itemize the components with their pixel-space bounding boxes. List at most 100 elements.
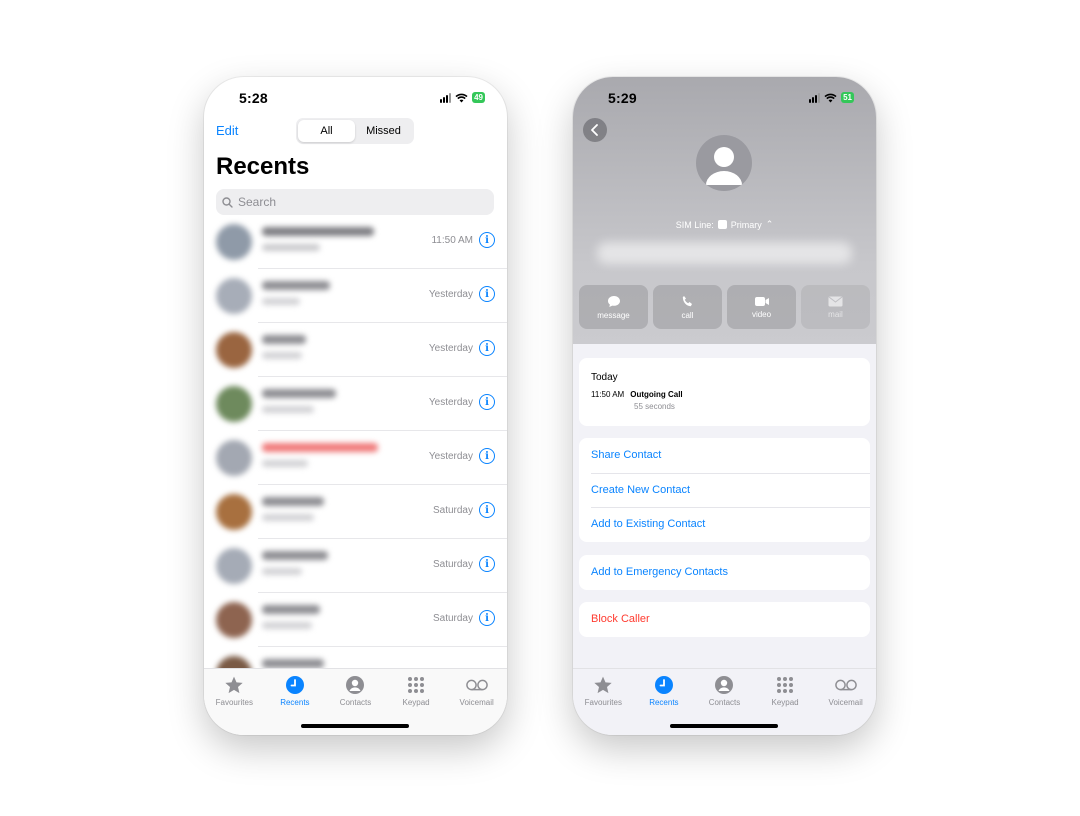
add-to-emergency-contacts-button[interactable]: Add to Emergency Contacts — [579, 555, 870, 590]
info-icon[interactable]: i — [479, 610, 495, 626]
info-icon[interactable]: i — [479, 394, 495, 410]
tab-label: Contacts — [339, 698, 372, 707]
tab-keypad[interactable]: Keypad — [755, 674, 816, 707]
wifi-icon — [824, 93, 837, 102]
share-contact-button[interactable]: Share Contact — [579, 438, 870, 473]
video-button[interactable]: video — [727, 285, 796, 329]
call-time: Yesterday — [428, 343, 473, 354]
mail-button[interactable]: mail — [801, 285, 870, 329]
avatar — [216, 332, 252, 368]
info-icon[interactable]: i — [479, 286, 495, 302]
tab-contacts[interactable]: Contacts — [325, 674, 386, 707]
caller-detail-redacted — [262, 514, 314, 521]
recent-calls-list: 11:50 AM i Yesterday i Yesterday i Yeste… — [204, 215, 507, 701]
voicemail-icon — [465, 674, 488, 696]
sim-icon — [717, 220, 727, 229]
star-icon — [592, 674, 614, 696]
video-icon — [754, 296, 769, 306]
tab-label: Favourites — [584, 698, 622, 707]
call-row[interactable]: Yesterday i — [204, 431, 507, 485]
sim-line-label: SIM Line: — [675, 219, 714, 230]
call-time: Yesterday — [428, 289, 473, 300]
call-history-card: Today 11:50 AM Outgoing Call 55 seconds — [579, 358, 870, 426]
tab-label: Contacts — [708, 698, 741, 707]
info-icon[interactable]: i — [479, 232, 495, 248]
battery-icon: 51 — [841, 92, 854, 103]
caller-name-redacted — [262, 605, 320, 614]
tab-recents[interactable]: Recents — [634, 674, 695, 707]
call-button[interactable]: call — [653, 285, 722, 329]
status-icons: 51 — [809, 92, 854, 103]
add-to-existing-contact-button[interactable]: Add to Existing Contact — [579, 507, 870, 542]
segment-missed[interactable]: Missed — [355, 120, 412, 142]
history-day: Today — [591, 372, 618, 383]
contact-actions-card: Share Contact Create New Contact Add to … — [579, 438, 870, 542]
tab-voicemail[interactable]: Voicemail — [815, 674, 876, 707]
tab-bar: Favourites Recents Contacts Keypad Voice… — [573, 668, 876, 735]
tab-favourites[interactable]: Favourites — [573, 674, 634, 707]
home-indicator[interactable] — [301, 724, 409, 728]
caller-detail-redacted — [262, 244, 320, 251]
action-label: call — [681, 310, 694, 320]
action-label: message — [597, 310, 630, 320]
page-title: Recents — [216, 153, 310, 180]
call-time: Saturday — [432, 505, 473, 516]
wifi-icon — [455, 93, 468, 102]
cellular-signal-icon — [440, 92, 452, 103]
caller-name-redacted — [262, 551, 328, 560]
info-icon[interactable]: i — [479, 448, 495, 464]
caller-name-redacted — [262, 389, 336, 398]
person-circle-icon — [344, 674, 366, 696]
phone-number-redacted — [597, 242, 852, 264]
create-new-contact-button[interactable]: Create New Contact — [579, 472, 870, 508]
message-icon — [607, 295, 620, 307]
history-time: 11:50 AM — [591, 390, 625, 399]
search-icon — [222, 196, 233, 208]
call-row[interactable]: Saturday i — [204, 485, 507, 539]
status-time: 5:29 — [608, 90, 637, 106]
status-time: 5:28 — [239, 90, 268, 106]
avatar — [216, 440, 252, 476]
segment-all[interactable]: All — [298, 120, 355, 142]
sim-line-value: Primary — [730, 219, 762, 230]
emergency-card: Add to Emergency Contacts — [579, 555, 870, 590]
tab-recents[interactable]: Recents — [265, 674, 326, 707]
back-button[interactable] — [583, 118, 607, 142]
status-bar: 5:28 49 — [204, 77, 507, 117]
search-placeholder: Search — [238, 195, 277, 209]
edit-button[interactable]: Edit — [216, 123, 238, 138]
status-bar: 5:29 51 — [573, 77, 876, 117]
action-label: video — [751, 309, 772, 319]
info-icon[interactable]: i — [479, 340, 495, 356]
message-button[interactable]: message — [579, 285, 648, 329]
cellular-signal-icon — [809, 92, 821, 103]
info-icon[interactable]: i — [479, 502, 495, 518]
call-time: Saturday — [432, 613, 473, 624]
call-row[interactable]: Saturday i — [204, 593, 507, 647]
tab-contacts[interactable]: Contacts — [694, 674, 755, 707]
tab-keypad[interactable]: Keypad — [386, 674, 447, 707]
search-input[interactable]: Search — [216, 189, 494, 215]
sim-line-selector[interactable]: SIM Line: Primary ⌃ — [573, 219, 876, 230]
tab-label: Recents — [280, 698, 310, 707]
call-row[interactable]: Yesterday i — [204, 323, 507, 377]
call-row[interactable]: 11:50 AM i — [204, 215, 507, 269]
tab-favourites[interactable]: Favourites — [204, 674, 265, 707]
avatar — [216, 386, 252, 422]
tab-voicemail[interactable]: Voicemail — [446, 674, 507, 707]
home-indicator[interactable] — [670, 724, 778, 728]
call-time: Yesterday — [428, 451, 473, 462]
info-icon[interactable]: i — [479, 556, 495, 572]
call-row[interactable]: Yesterday i — [204, 269, 507, 323]
tab-label: Keypad — [771, 698, 799, 707]
clock-icon — [284, 674, 306, 696]
tab-bar: Favourites Recents Contacts Keypad Voice… — [204, 668, 507, 735]
caller-detail-redacted — [262, 406, 314, 413]
block-caller-button[interactable]: Block Caller — [579, 602, 870, 637]
call-row[interactable]: Yesterday i — [204, 377, 507, 431]
call-time: Yesterday — [428, 397, 473, 408]
mail-icon — [828, 296, 843, 306]
tab-label: Voicemail — [459, 698, 494, 707]
call-row[interactable]: Saturday i — [204, 539, 507, 593]
recents-screen: 5:28 49 Edit All Missed Recents Search 1… — [204, 77, 507, 735]
